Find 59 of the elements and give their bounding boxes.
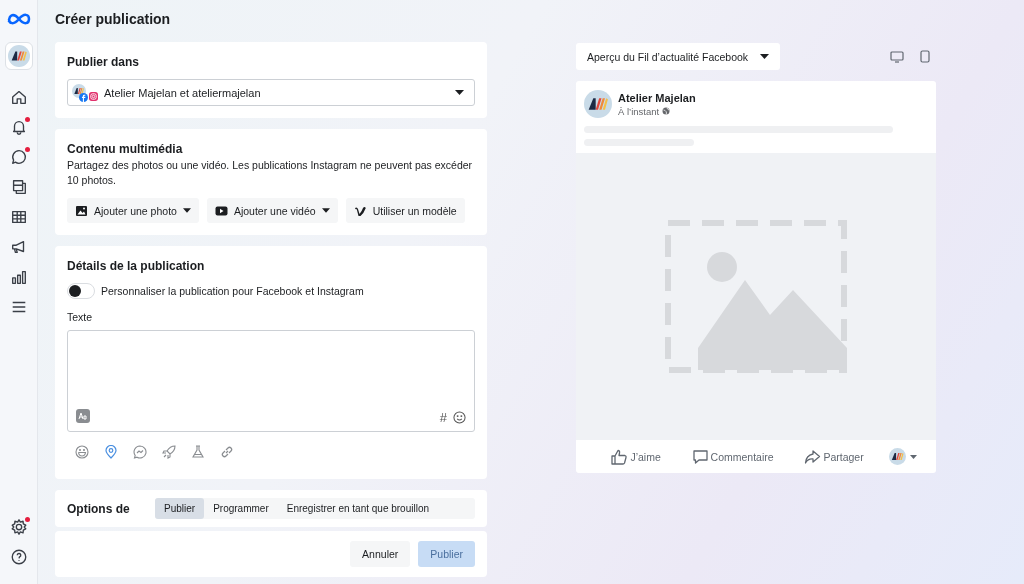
- play-icon: [214, 204, 228, 217]
- page-title: Créer publication: [55, 11, 172, 27]
- section-title: Publier dans: [67, 55, 141, 69]
- table-icon[interactable]: [9, 208, 28, 226]
- settings-icon[interactable]: [9, 518, 28, 536]
- photo-button[interactable]: Ajouter une photo: [67, 198, 199, 223]
- cancel-button[interactable]: Annuler: [350, 541, 411, 567]
- meta-logo-icon[interactable]: [6, 12, 31, 26]
- desktop-icon[interactable]: [890, 50, 904, 63]
- link-icon[interactable]: [220, 445, 234, 459]
- v-letter-icon: [353, 204, 367, 217]
- share-button[interactable]: Partager: [798, 447, 870, 466]
- option-tab[interactable]: Publier: [155, 498, 205, 519]
- section-title: Contenu multimédia: [67, 142, 184, 156]
- audience-selector[interactable]: [888, 448, 917, 465]
- mobile-icon[interactable]: [920, 50, 930, 63]
- rocket-icon[interactable]: [162, 445, 176, 459]
- messenger-icon[interactable]: [133, 445, 147, 459]
- option-tab[interactable]: Programmer: [204, 498, 278, 519]
- image-placeholder-icon: [665, 220, 847, 373]
- emoji-icon[interactable]: [453, 411, 466, 424]
- globe-icon: [662, 107, 671, 115]
- author-name: Atelier Majelan: [618, 91, 696, 104]
- toggle-label: Personnaliser la publication pour Facebook et Instagram: [101, 285, 364, 297]
- account-avatar[interactable]: [4, 42, 33, 70]
- flask-icon[interactable]: [191, 445, 205, 459]
- account-dropdown[interactable]: Atelier Majelan et ateliermajelan: [67, 79, 475, 106]
- preview-dropdown[interactable]: Aperçu du Fil d’actualité Facebook: [576, 43, 781, 70]
- option-tab[interactable]: Enregistrer en tant que brouillon: [277, 498, 439, 519]
- section-title: Détails de la publication: [67, 259, 206, 273]
- emoji-icon[interactable]: [75, 445, 89, 459]
- text-input-field[interactable]: #: [67, 330, 475, 432]
- text-style-icon[interactable]: [76, 409, 90, 423]
- speech-bubble-icon: [691, 448, 709, 465]
- caret-icon: [455, 90, 464, 95]
- comment-button[interactable]: Commentaire: [685, 447, 780, 466]
- home-icon[interactable]: [9, 88, 28, 106]
- chart-icon[interactable]: [9, 268, 28, 286]
- help-icon[interactable]: [9, 548, 28, 566]
- location-pin-icon[interactable]: [104, 445, 118, 459]
- like-button[interactable]: J’aime: [605, 447, 667, 466]
- caret-icon: [321, 208, 330, 213]
- section-title: Options de: [67, 502, 131, 516]
- media-description: Partagez des photos ou une vidéo. Les publications Instagram ne peuvent pas excéder 10 photos.: [67, 158, 474, 188]
- post-time: À l’instant: [618, 105, 696, 117]
- caret-icon: [760, 54, 770, 59]
- thumbs-up-icon: [611, 448, 629, 465]
- caret-icon: [182, 208, 191, 213]
- account-icons: [72, 83, 100, 102]
- hashtag-button[interactable]: #: [439, 411, 447, 424]
- toggle-switch[interactable]: [67, 283, 95, 299]
- share-arrow-icon: [804, 448, 822, 465]
- image-icon: [75, 204, 88, 217]
- field-label: Texte: [67, 311, 94, 323]
- chat-icon[interactable]: [9, 148, 28, 166]
- caret-icon: [909, 454, 917, 459]
- page-avatar: [584, 90, 612, 118]
- template-button[interactable]: Utiliser un modèle: [345, 198, 465, 223]
- video-button[interactable]: Ajouter une vidéo: [206, 198, 338, 223]
